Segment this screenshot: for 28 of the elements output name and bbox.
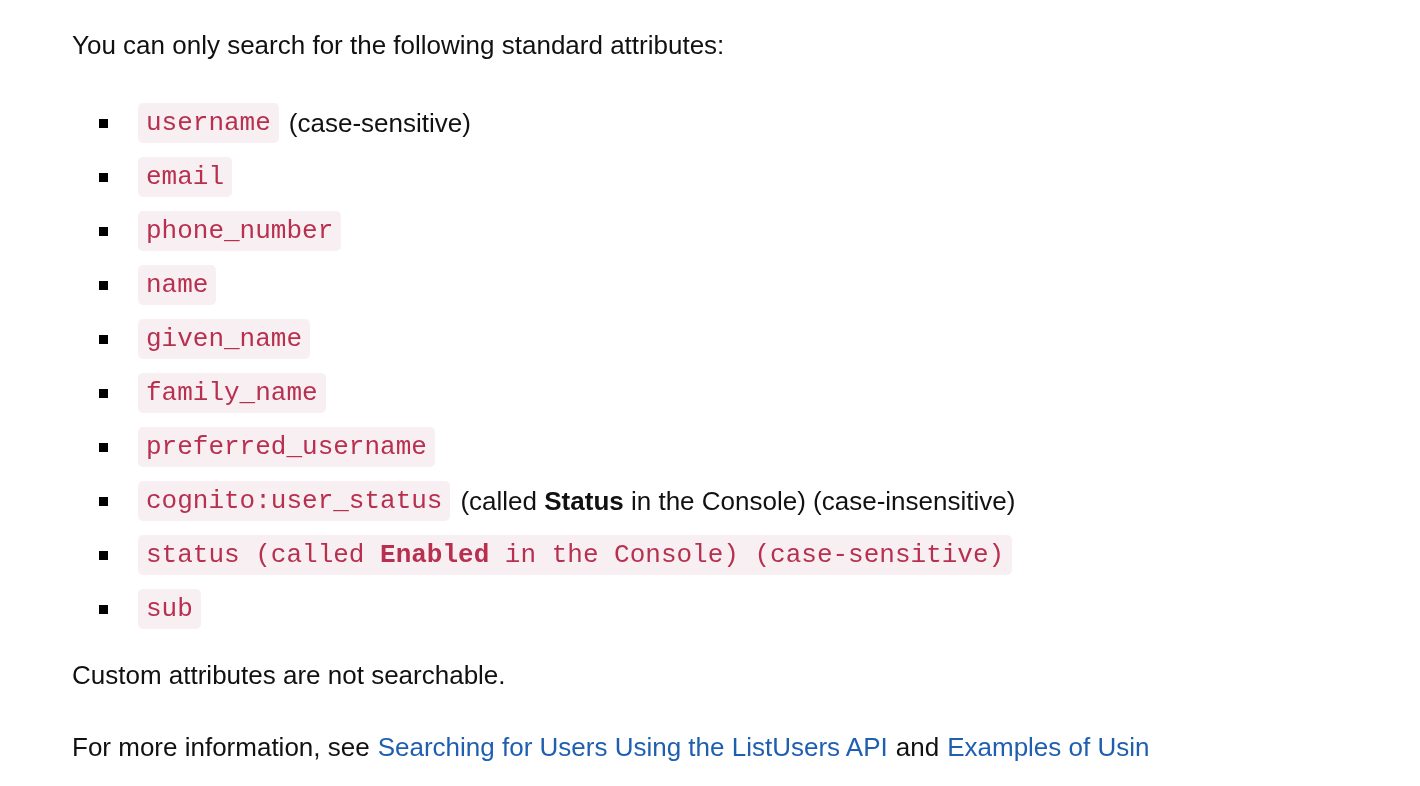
list-bullet bbox=[99, 388, 108, 398]
code-snippet: family_name bbox=[138, 373, 326, 413]
custom-note: Custom attributes are not searchable. bbox=[72, 659, 507, 692]
list-bullet bbox=[99, 496, 108, 506]
attribute-note: (called Status in the Console) (case-insensitive) bbox=[460, 485, 1016, 518]
code-snippet: phone_number bbox=[138, 211, 342, 251]
list-bullet bbox=[99, 550, 108, 560]
intro-text: You can only search for the following standard attributes: bbox=[72, 29, 726, 62]
code-snippet: email bbox=[138, 157, 232, 197]
list-bullet bbox=[99, 334, 108, 344]
info-text: For more information, see bbox=[72, 731, 370, 764]
code-snippet: status (called Enabled in the Console) (case-sensitive) bbox=[138, 535, 1013, 575]
code-snippet: cognito:user_status bbox=[138, 481, 451, 521]
list-bullet bbox=[99, 226, 108, 236]
list-bullet bbox=[99, 172, 108, 182]
doc-link[interactable]: Examples of Usin bbox=[947, 728, 1150, 766]
attribute-note: (case-sensitive) bbox=[288, 107, 471, 140]
list-bullet bbox=[99, 442, 108, 452]
list-bullet bbox=[99, 280, 108, 290]
info-text: and bbox=[895, 731, 940, 764]
doc-link[interactable]: Searching for Users Using the ListUsers API bbox=[377, 728, 888, 766]
code-snippet: given_name bbox=[138, 319, 311, 359]
list-bullet bbox=[99, 604, 108, 614]
code-snippet: sub bbox=[138, 589, 201, 629]
code-snippet: preferred_username bbox=[138, 427, 435, 467]
code-snippet: name bbox=[138, 265, 217, 305]
code-snippet: username bbox=[138, 103, 279, 143]
list-bullet bbox=[99, 118, 108, 128]
